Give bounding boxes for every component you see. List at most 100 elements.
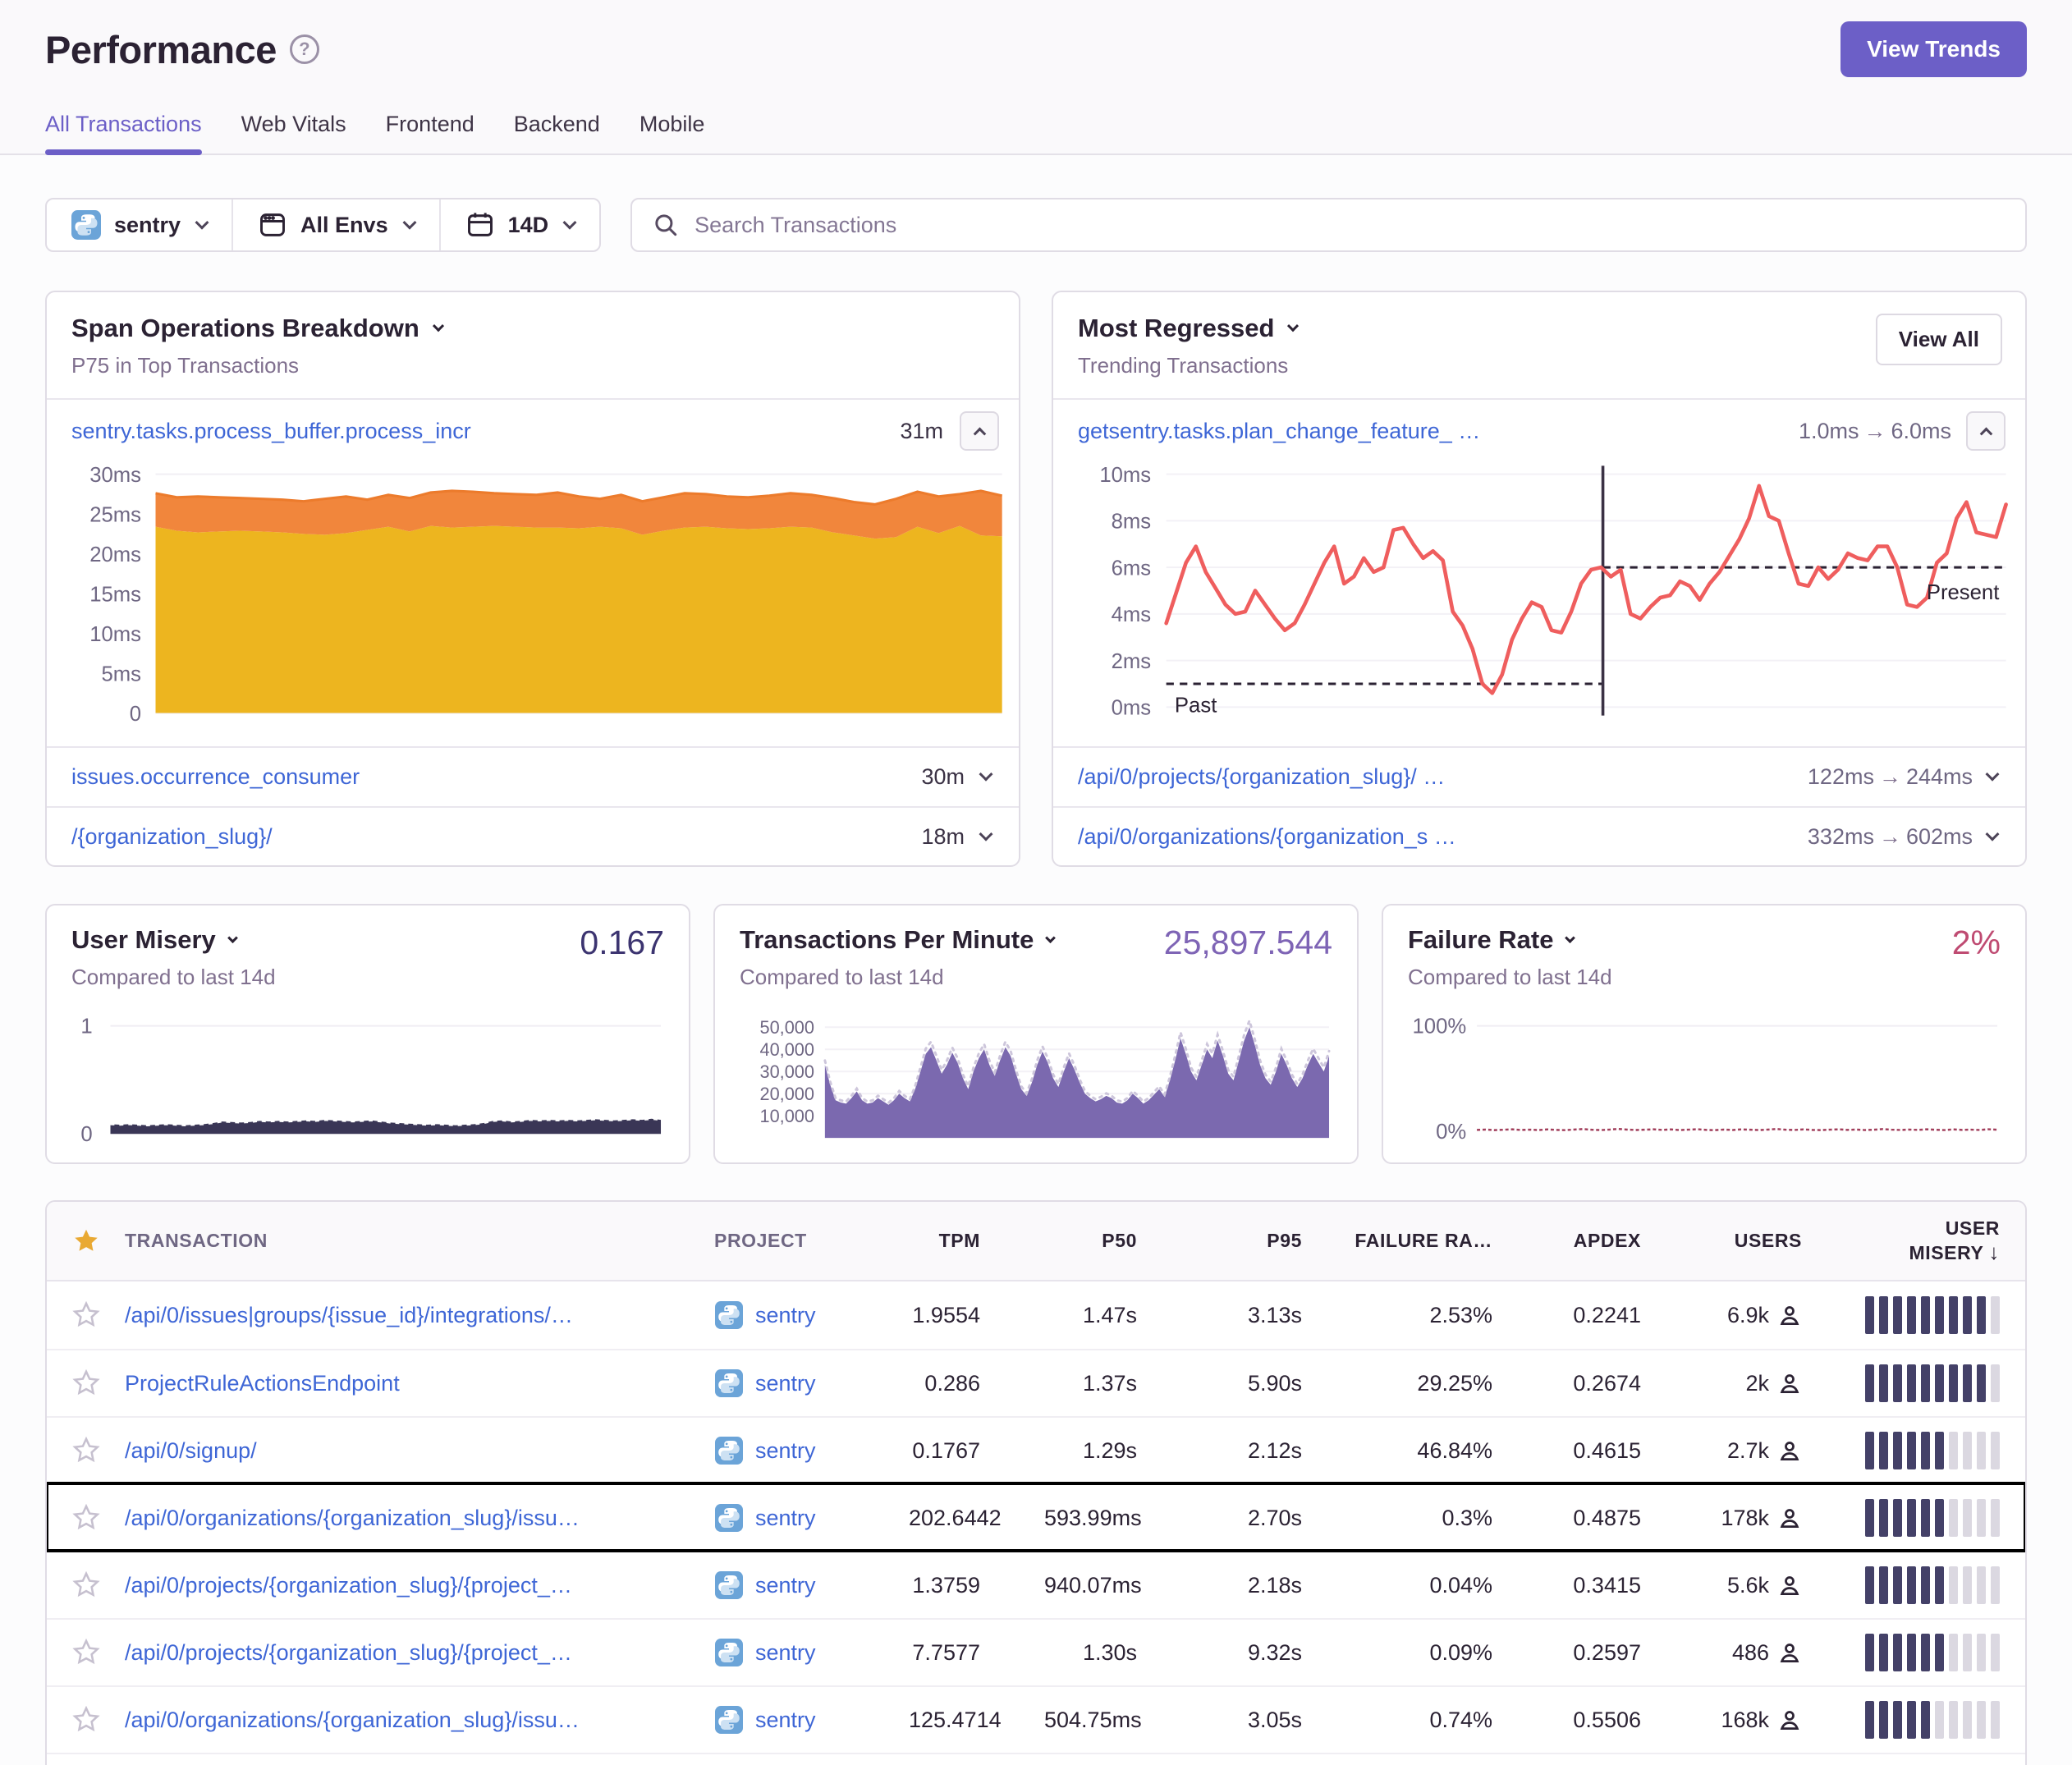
collapse-button[interactable] [960,411,999,451]
user-misery-title[interactable]: User Misery [71,925,216,955]
star-outline-icon[interactable] [72,1369,100,1397]
transaction-link[interactable]: /api/0/issues|groups/{issue_id}/integrat… [125,1303,675,1328]
span-operations-title[interactable]: Span Operations Breakdown [71,314,419,343]
project-filter[interactable]: sentry [47,199,231,250]
regressed-transaction-link[interactable]: /api/0/projects/{organization_slug}/ … [1078,764,1808,790]
python-project-icon [714,1638,744,1667]
tab-backend[interactable]: Backend [514,112,600,154]
failure_rate-value: 0.04% [1352,1573,1541,1598]
project-link[interactable]: sentry [755,1303,816,1328]
failure-rate-value: 2% [1952,924,2001,962]
star-outline-icon[interactable] [72,1301,100,1329]
apdex-value: 0.4615 [1541,1438,1697,1464]
p50-value: 504.75ms [1044,1708,1192,1733]
column-header-user-misery[interactable]: USER MISERY↓ [1861,1217,2025,1265]
help-icon[interactable]: ? [290,34,319,64]
column-header-p95[interactable]: P95 [1192,1230,1352,1252]
chevron-down-icon[interactable] [1986,827,2000,841]
most-regressed-title[interactable]: Most Regressed [1078,314,1274,343]
column-header-users[interactable]: USERS [1697,1230,1861,1252]
svg-text:30ms: 30ms [89,464,141,487]
project-link[interactable]: sentry [755,1573,816,1598]
tab-all-transactions[interactable]: All Transactions [45,112,202,154]
python-project-icon [714,1705,744,1735]
p95-value: 2.18s [1192,1573,1352,1598]
user-misery-bars [1861,1566,2025,1604]
span-transaction-link[interactable]: issues.occurrence_consumer [71,764,905,790]
user-misery-mini-chart: 10 [71,1002,664,1148]
span-transaction-link[interactable]: /{organization_slug}/ [71,824,905,850]
page-content: sentry All Envs 14D [0,198,2072,1765]
transaction-link[interactable]: /api/0/signup/ [125,1438,675,1464]
view-trends-button[interactable]: View Trends [1841,21,2027,77]
search-box[interactable] [630,198,2027,252]
regressed-transaction-link[interactable]: getsentry.tasks.plan_change_feature_ … [1078,419,1799,444]
span-transaction-link[interactable]: sentry.tasks.process_buffer.process_incr [71,419,883,444]
svg-text:50,000: 50,000 [759,1017,814,1038]
span-collapsed-row: /{organization_slug}/18m [47,806,1019,866]
column-header-tpm[interactable]: TPM [909,1230,1044,1252]
star-outline-icon[interactable] [72,1437,100,1465]
users-value: 2.7k [1697,1438,1861,1464]
chevron-down-icon[interactable] [979,768,993,782]
python-project-icon [714,1436,744,1465]
user-misery-value: 0.167 [580,924,664,962]
view-all-button[interactable]: View All [1876,314,2002,365]
project-link[interactable]: sentry [755,1371,816,1396]
table-body: /api/0/issues|groups/{issue_id}/integrat… [47,1281,2025,1765]
project-link[interactable]: sentry [755,1708,816,1733]
column-header-failure-ra-[interactable]: FAILURE RA… [1352,1230,1541,1252]
date-filter[interactable]: 14D [441,199,600,250]
chevron-down-icon [1045,933,1056,943]
star-filled-icon[interactable] [72,1227,100,1255]
tab-frontend[interactable]: Frontend [386,112,474,154]
window-icon [258,210,287,240]
transaction-link[interactable]: /api/0/projects/{organization_slug}/{pro… [125,1640,675,1666]
regression-range: 122ms→244ms [1808,764,1973,790]
python-project-icon [714,1570,744,1600]
regressed-transaction-link[interactable]: /api/0/organizations/{organization_s … [1078,824,1808,850]
column-header-p50[interactable]: P50 [1044,1230,1192,1252]
tab-web-vitals[interactable]: Web Vitals [241,112,346,154]
column-header-apdex[interactable]: APDEX [1541,1230,1697,1252]
user-misery-bars [1861,1432,2025,1469]
failure-rate-title[interactable]: Failure Rate [1408,925,1553,955]
svg-text:5ms: 5ms [101,662,141,685]
collapse-button[interactable] [1966,411,2006,451]
user-icon [1777,1438,1802,1463]
svg-text:8ms: 8ms [1112,511,1152,534]
star-outline-icon[interactable] [72,1706,100,1734]
tpm-value: 202.6442 [909,1506,1044,1531]
transaction-link[interactable]: /api/0/projects/{organization_slug}/{pro… [125,1573,675,1598]
transaction-link[interactable]: /api/0/organizations/{organization_slug}… [125,1506,675,1531]
page-header: Performance ? View Trends All Transactio… [0,0,2072,155]
transaction-link[interactable]: ProjectRuleActionsEndpoint [125,1371,675,1396]
tpm-value: 1.9554 [909,1303,1044,1328]
tpm-card: Transactions Per Minute 25,897.544 Compa… [713,904,1359,1164]
project-link[interactable]: sentry [755,1640,816,1666]
chevron-down-icon[interactable] [979,827,993,841]
project-link[interactable]: sentry [755,1506,816,1531]
search-icon [652,211,680,239]
python-project-icon [71,210,101,240]
span-operations-panel: Span Operations Breakdown P75 in Top Tra… [45,291,1020,867]
span-collapsed-row: issues.occurrence_consumer30m [47,746,1019,806]
table-row: ProjectRuleActionsEndpointsentry0.2861.3… [47,1349,2025,1416]
tpm-title[interactable]: Transactions Per Minute [740,925,1034,955]
search-input[interactable] [694,213,2006,238]
user-misery-bars [1861,1364,2025,1402]
star-outline-icon[interactable] [72,1504,100,1532]
transaction-link[interactable]: /api/0/organizations/{organization_slug}… [125,1708,675,1733]
stat-card-row: User Misery 0.167 Compared to last 14d 1… [45,904,2027,1164]
table-row: /api/0/signup/sentry0.17671.29s2.12s46.8… [47,1416,2025,1483]
chevron-down-icon[interactable] [1986,768,2000,782]
user-icon [1777,1640,1802,1665]
column-header-transaction[interactable]: TRANSACTION [125,1230,691,1252]
column-header-project[interactable]: PROJECT [691,1230,909,1252]
project-link[interactable]: sentry [755,1438,816,1464]
environment-filter[interactable]: All Envs [233,199,439,250]
tab-mobile[interactable]: Mobile [639,112,705,154]
star-outline-icon[interactable] [72,1639,100,1666]
svg-text:1: 1 [80,1015,92,1038]
star-outline-icon[interactable] [72,1571,100,1599]
